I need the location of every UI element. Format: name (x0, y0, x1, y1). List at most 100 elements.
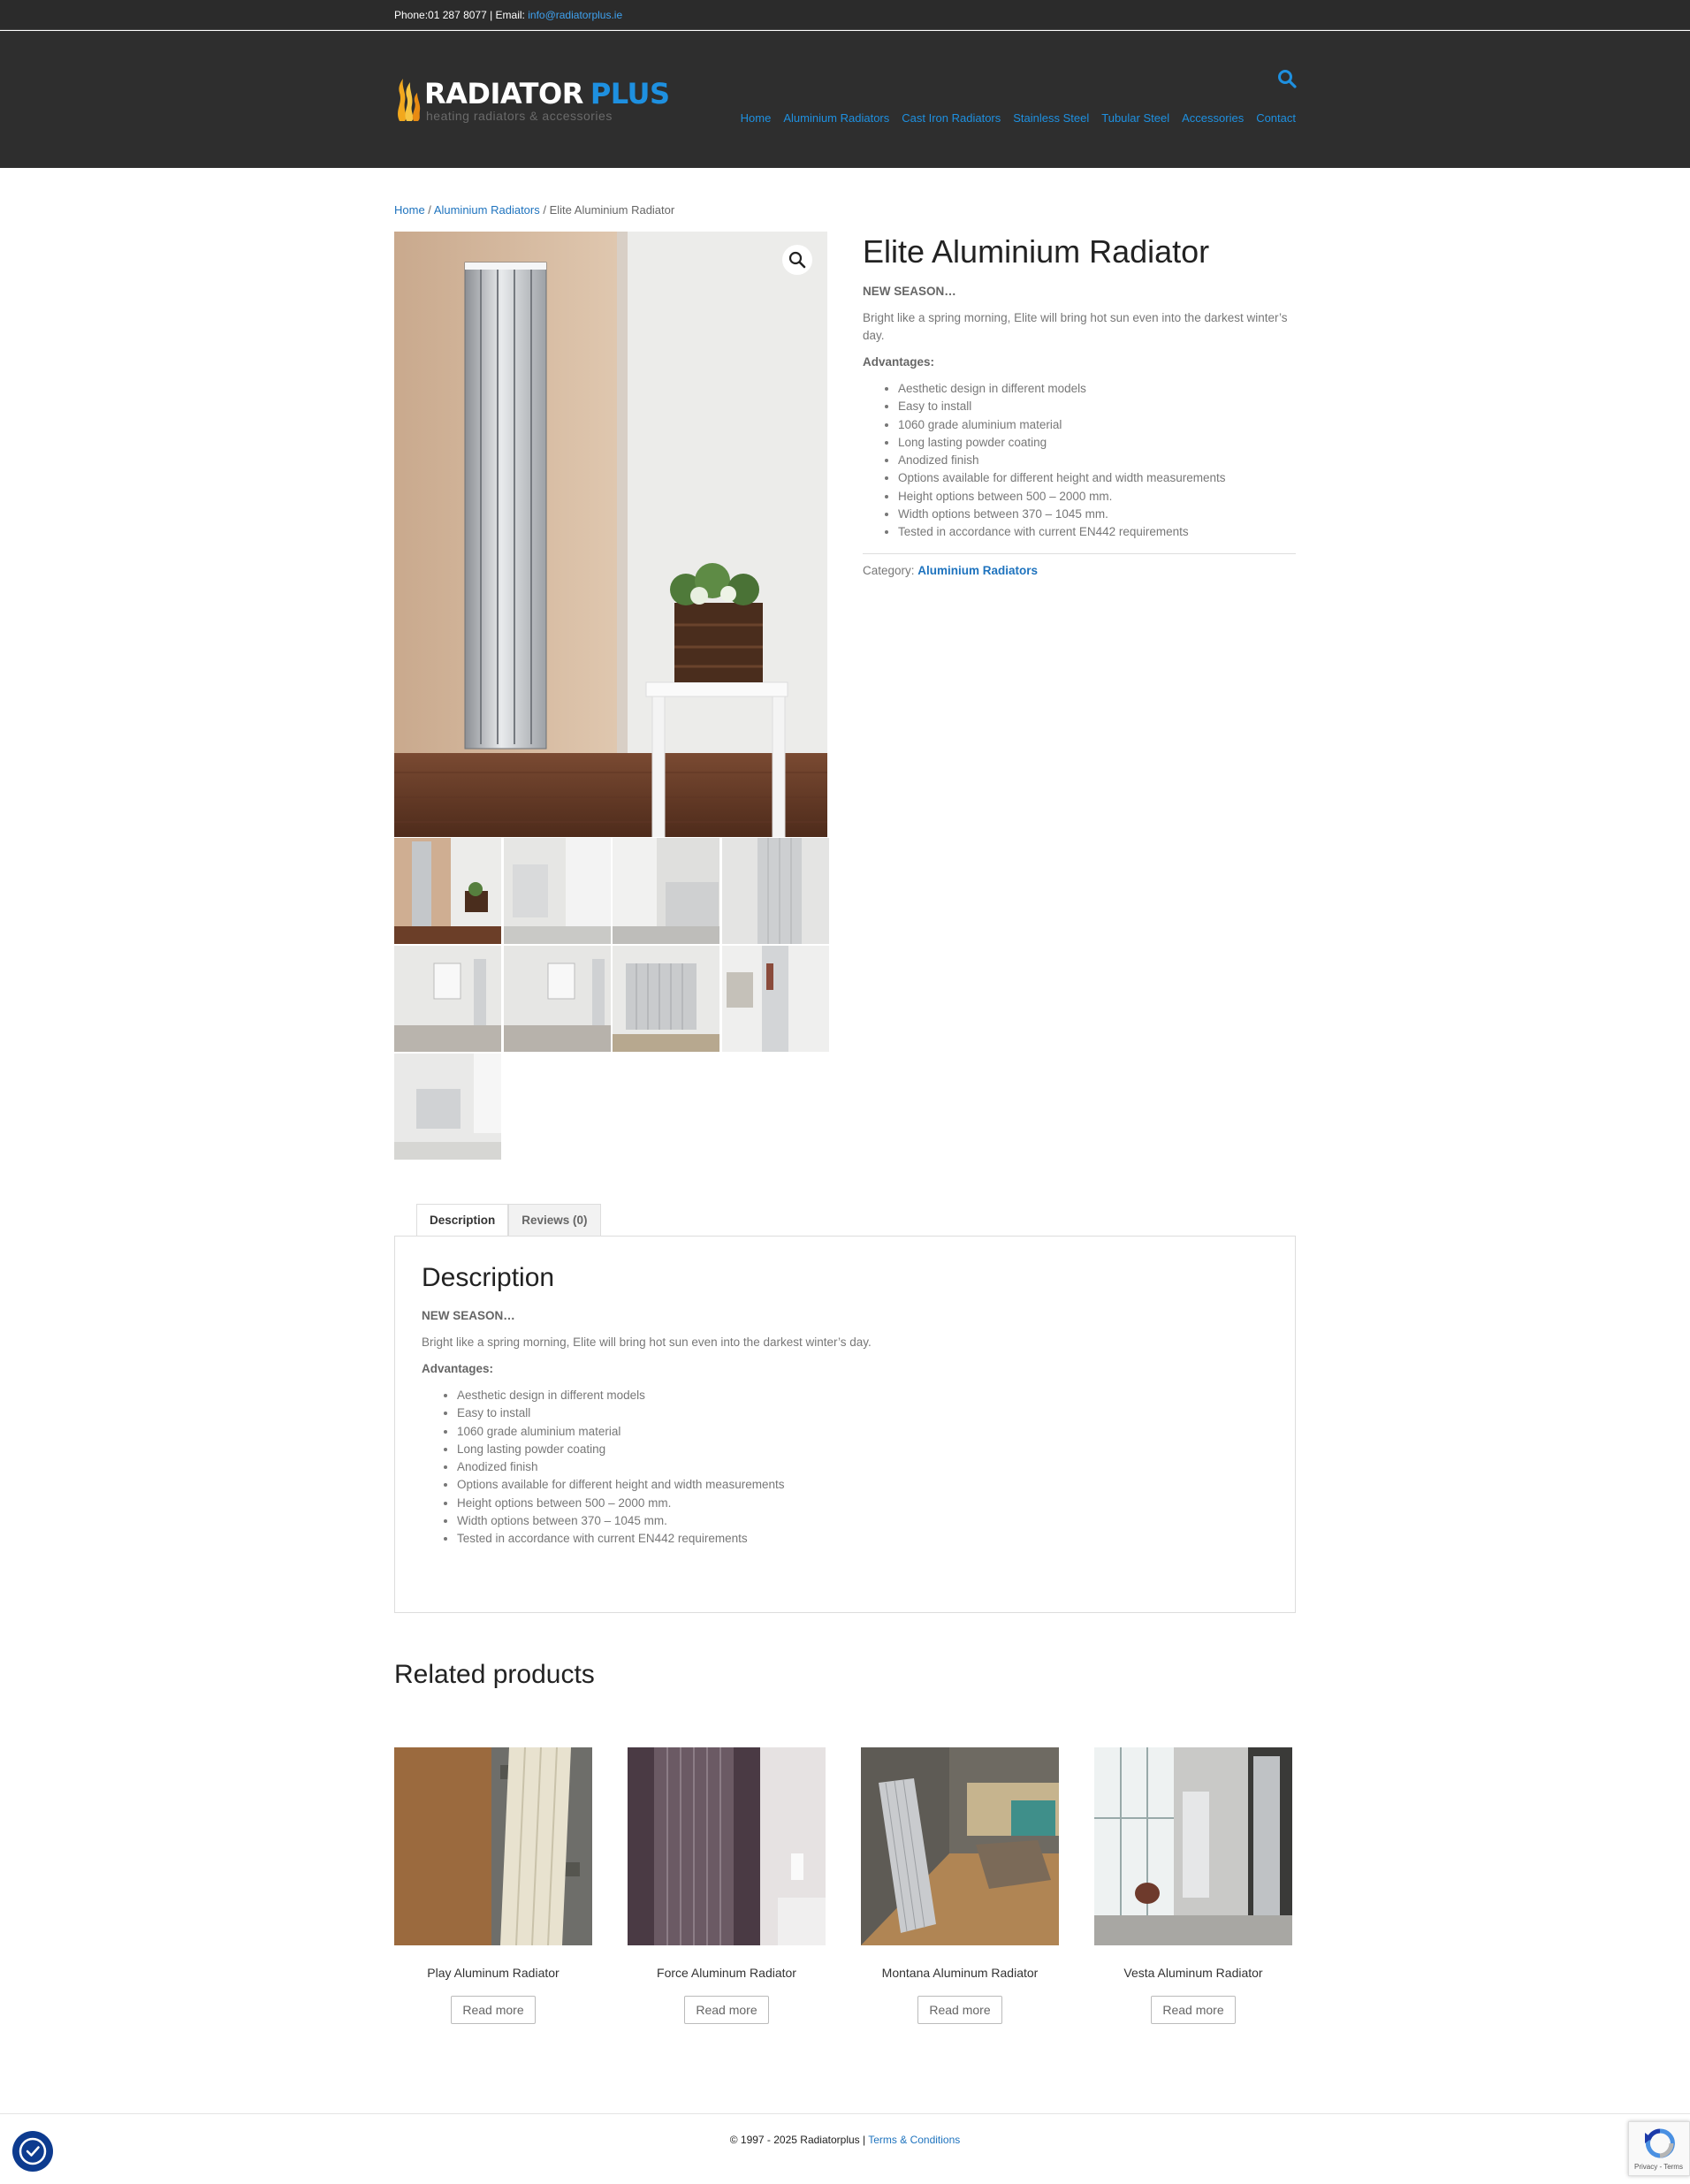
description-panel: Description NEW SEASON… Bright like a sp… (394, 1236, 1296, 1613)
related-products: Play Aluminum Radiator Read more Force A… (394, 1747, 1296, 2024)
breadcrumb: Home / Aluminium Radiators / Elite Alumi… (394, 203, 674, 217)
read-more-button[interactable]: Read more (684, 1996, 769, 2024)
nav-contact[interactable]: Contact (1256, 111, 1296, 125)
thumbnail-gallery (394, 838, 829, 1160)
read-more-button[interactable]: Read more (451, 1996, 536, 2024)
season-label: NEW SEASON… (422, 1309, 515, 1322)
thumbnail[interactable] (394, 1054, 501, 1160)
breadcrumb-home[interactable]: Home (394, 203, 425, 217)
list-item: Width options between 370 – 1045 mm. (898, 506, 1296, 523)
tab-description[interactable]: Description (416, 1204, 509, 1237)
related-product-card: Play Aluminum Radiator Read more (394, 1747, 592, 2024)
product-tabs: Description Reviews (0) (416, 1204, 601, 1237)
nav-aluminium-radiators[interactable]: Aluminium Radiators (783, 111, 889, 125)
advantages-label: Advantages: (422, 1362, 494, 1375)
email-link[interactable]: info@radiatorplus.ie (528, 9, 622, 21)
list-item: Options available for different height a… (457, 1476, 1252, 1494)
list-item: Options available for different height a… (898, 469, 1296, 487)
logo-tagline: heating radiators & accessories (426, 109, 613, 123)
thumbnail[interactable] (721, 946, 829, 1052)
list-item: 1060 grade aluminium material (898, 416, 1296, 434)
panel-title: Description (422, 1263, 555, 1292)
zoom-icon (788, 251, 806, 269)
season-label: NEW SEASON… (863, 285, 956, 298)
list-item: Height options between 500 – 2000 mm. (457, 1495, 1252, 1512)
thumbnail[interactable] (503, 946, 611, 1052)
product-title: Elite Aluminium Radiator (863, 233, 1210, 270)
related-product-name[interactable]: Force Aluminum Radiator (628, 1966, 826, 1980)
cookie-settings-button[interactable] (12, 2131, 53, 2172)
main-nav: Home Aluminium Radiators Cast Iron Radia… (741, 111, 1296, 125)
list-item: Anodized finish (898, 452, 1296, 469)
copyright-text: © 1997 - 2025 Radiatorplus | (729, 2134, 869, 2146)
tab-reviews[interactable]: Reviews (0) (508, 1204, 601, 1236)
advantages-list: Aesthetic design in different models Eas… (898, 380, 1296, 542)
related-product-image[interactable] (1094, 1747, 1292, 1945)
intro-text: Bright like a spring morning, Elite will… (422, 1336, 872, 1349)
contact-info: Phone:01 287 8077 | Email: info@radiator… (394, 9, 622, 21)
list-item: 1060 grade aluminium material (457, 1423, 1252, 1441)
product-short-description: NEW SEASON… Bright like a spring morning… (863, 283, 1296, 547)
recaptcha-badge[interactable]: Privacy - Terms (1628, 2121, 1690, 2176)
breadcrumb-category[interactable]: Aluminium Radiators (434, 203, 540, 217)
thumbnail[interactable] (394, 946, 501, 1052)
list-item: Easy to install (457, 1404, 1252, 1422)
site-logo[interactable]: RADIATOR PLUS heating radiators & accesso… (394, 75, 670, 125)
cookie-icon (19, 2137, 47, 2165)
thumbnail[interactable] (503, 838, 611, 944)
logo-wordmark: RADIATOR PLUS (424, 77, 670, 110)
related-product-image[interactable] (861, 1747, 1059, 1945)
intro-text: Bright like a spring morning, Elite will… (863, 311, 1288, 342)
nav-accessories[interactable]: Accessories (1182, 111, 1244, 125)
flame-icon (398, 79, 421, 121)
zoom-button[interactable] (782, 245, 812, 275)
thumbnail[interactable] (721, 838, 829, 944)
divider (863, 553, 1296, 554)
list-item: Height options between 500 – 2000 mm. (898, 488, 1296, 506)
category-link[interactable]: Aluminium Radiators (917, 564, 1038, 577)
nav-cast-iron-radiators[interactable]: Cast Iron Radiators (902, 111, 1001, 125)
related-product-card: Force Aluminum Radiator Read more (628, 1747, 826, 2024)
radiator-photo (394, 232, 827, 837)
read-more-button[interactable]: Read more (1151, 1996, 1236, 2024)
phone-text: Phone:01 287 8077 | Email: (394, 9, 529, 21)
thumbnail[interactable] (613, 946, 720, 1052)
divider (0, 2113, 1690, 2114)
nav-stainless-steel[interactable]: Stainless Steel (1013, 111, 1089, 125)
terms-link[interactable]: Terms & Conditions (868, 2134, 960, 2146)
related-product-name[interactable]: Montana Aluminum Radiator (861, 1966, 1059, 1980)
advantages-label: Advantages: (863, 355, 935, 369)
list-item: Easy to install (898, 398, 1296, 415)
recaptcha-links[interactable]: Privacy - Terms (1634, 2163, 1683, 2171)
site-header: RADIATOR PLUS heating radiators & accesso… (0, 31, 1690, 168)
related-product-card: Vesta Aluminum Radiator Read more (1094, 1747, 1292, 2024)
related-product-name[interactable]: Vesta Aluminum Radiator (1094, 1966, 1292, 1980)
product-category: Category: Aluminium Radiators (863, 564, 1038, 577)
product-main-image[interactable] (394, 232, 827, 837)
site-footer: © 1997 - 2025 Radiatorplus | Terms & Con… (0, 2134, 1690, 2146)
list-item: Tested in accordance with current EN442 … (457, 1530, 1252, 1548)
list-item: Anodized finish (457, 1458, 1252, 1476)
top-bar: Phone:01 287 8077 | Email: info@radiator… (0, 0, 1690, 30)
list-item: Long lasting powder coating (457, 1441, 1252, 1458)
thumbnail[interactable] (394, 838, 501, 944)
breadcrumb-current: Elite Aluminium Radiator (549, 203, 675, 217)
recaptcha-icon (1645, 2128, 1675, 2158)
nav-tubular-steel[interactable]: Tubular Steel (1101, 111, 1169, 125)
list-item: Tested in accordance with current EN442 … (898, 523, 1296, 541)
search-icon (1278, 70, 1297, 88)
related-product-name[interactable]: Play Aluminum Radiator (394, 1966, 592, 1980)
search-button[interactable] (1276, 68, 1298, 89)
list-item: Aesthetic design in different models (898, 380, 1296, 398)
thumbnail[interactable] (613, 838, 720, 944)
breadcrumb-separator: / (424, 203, 434, 217)
nav-home[interactable]: Home (741, 111, 772, 125)
related-product-image[interactable] (628, 1747, 826, 1945)
breadcrumb-separator: / (539, 203, 550, 217)
related-products-title: Related products (394, 1660, 595, 1689)
related-product-image[interactable] (394, 1747, 592, 1945)
read-more-button[interactable]: Read more (917, 1996, 1002, 2024)
list-item: Long lasting powder coating (898, 434, 1296, 452)
related-product-card: Montana Aluminum Radiator Read more (861, 1747, 1059, 2024)
category-label: Category: (863, 564, 918, 577)
